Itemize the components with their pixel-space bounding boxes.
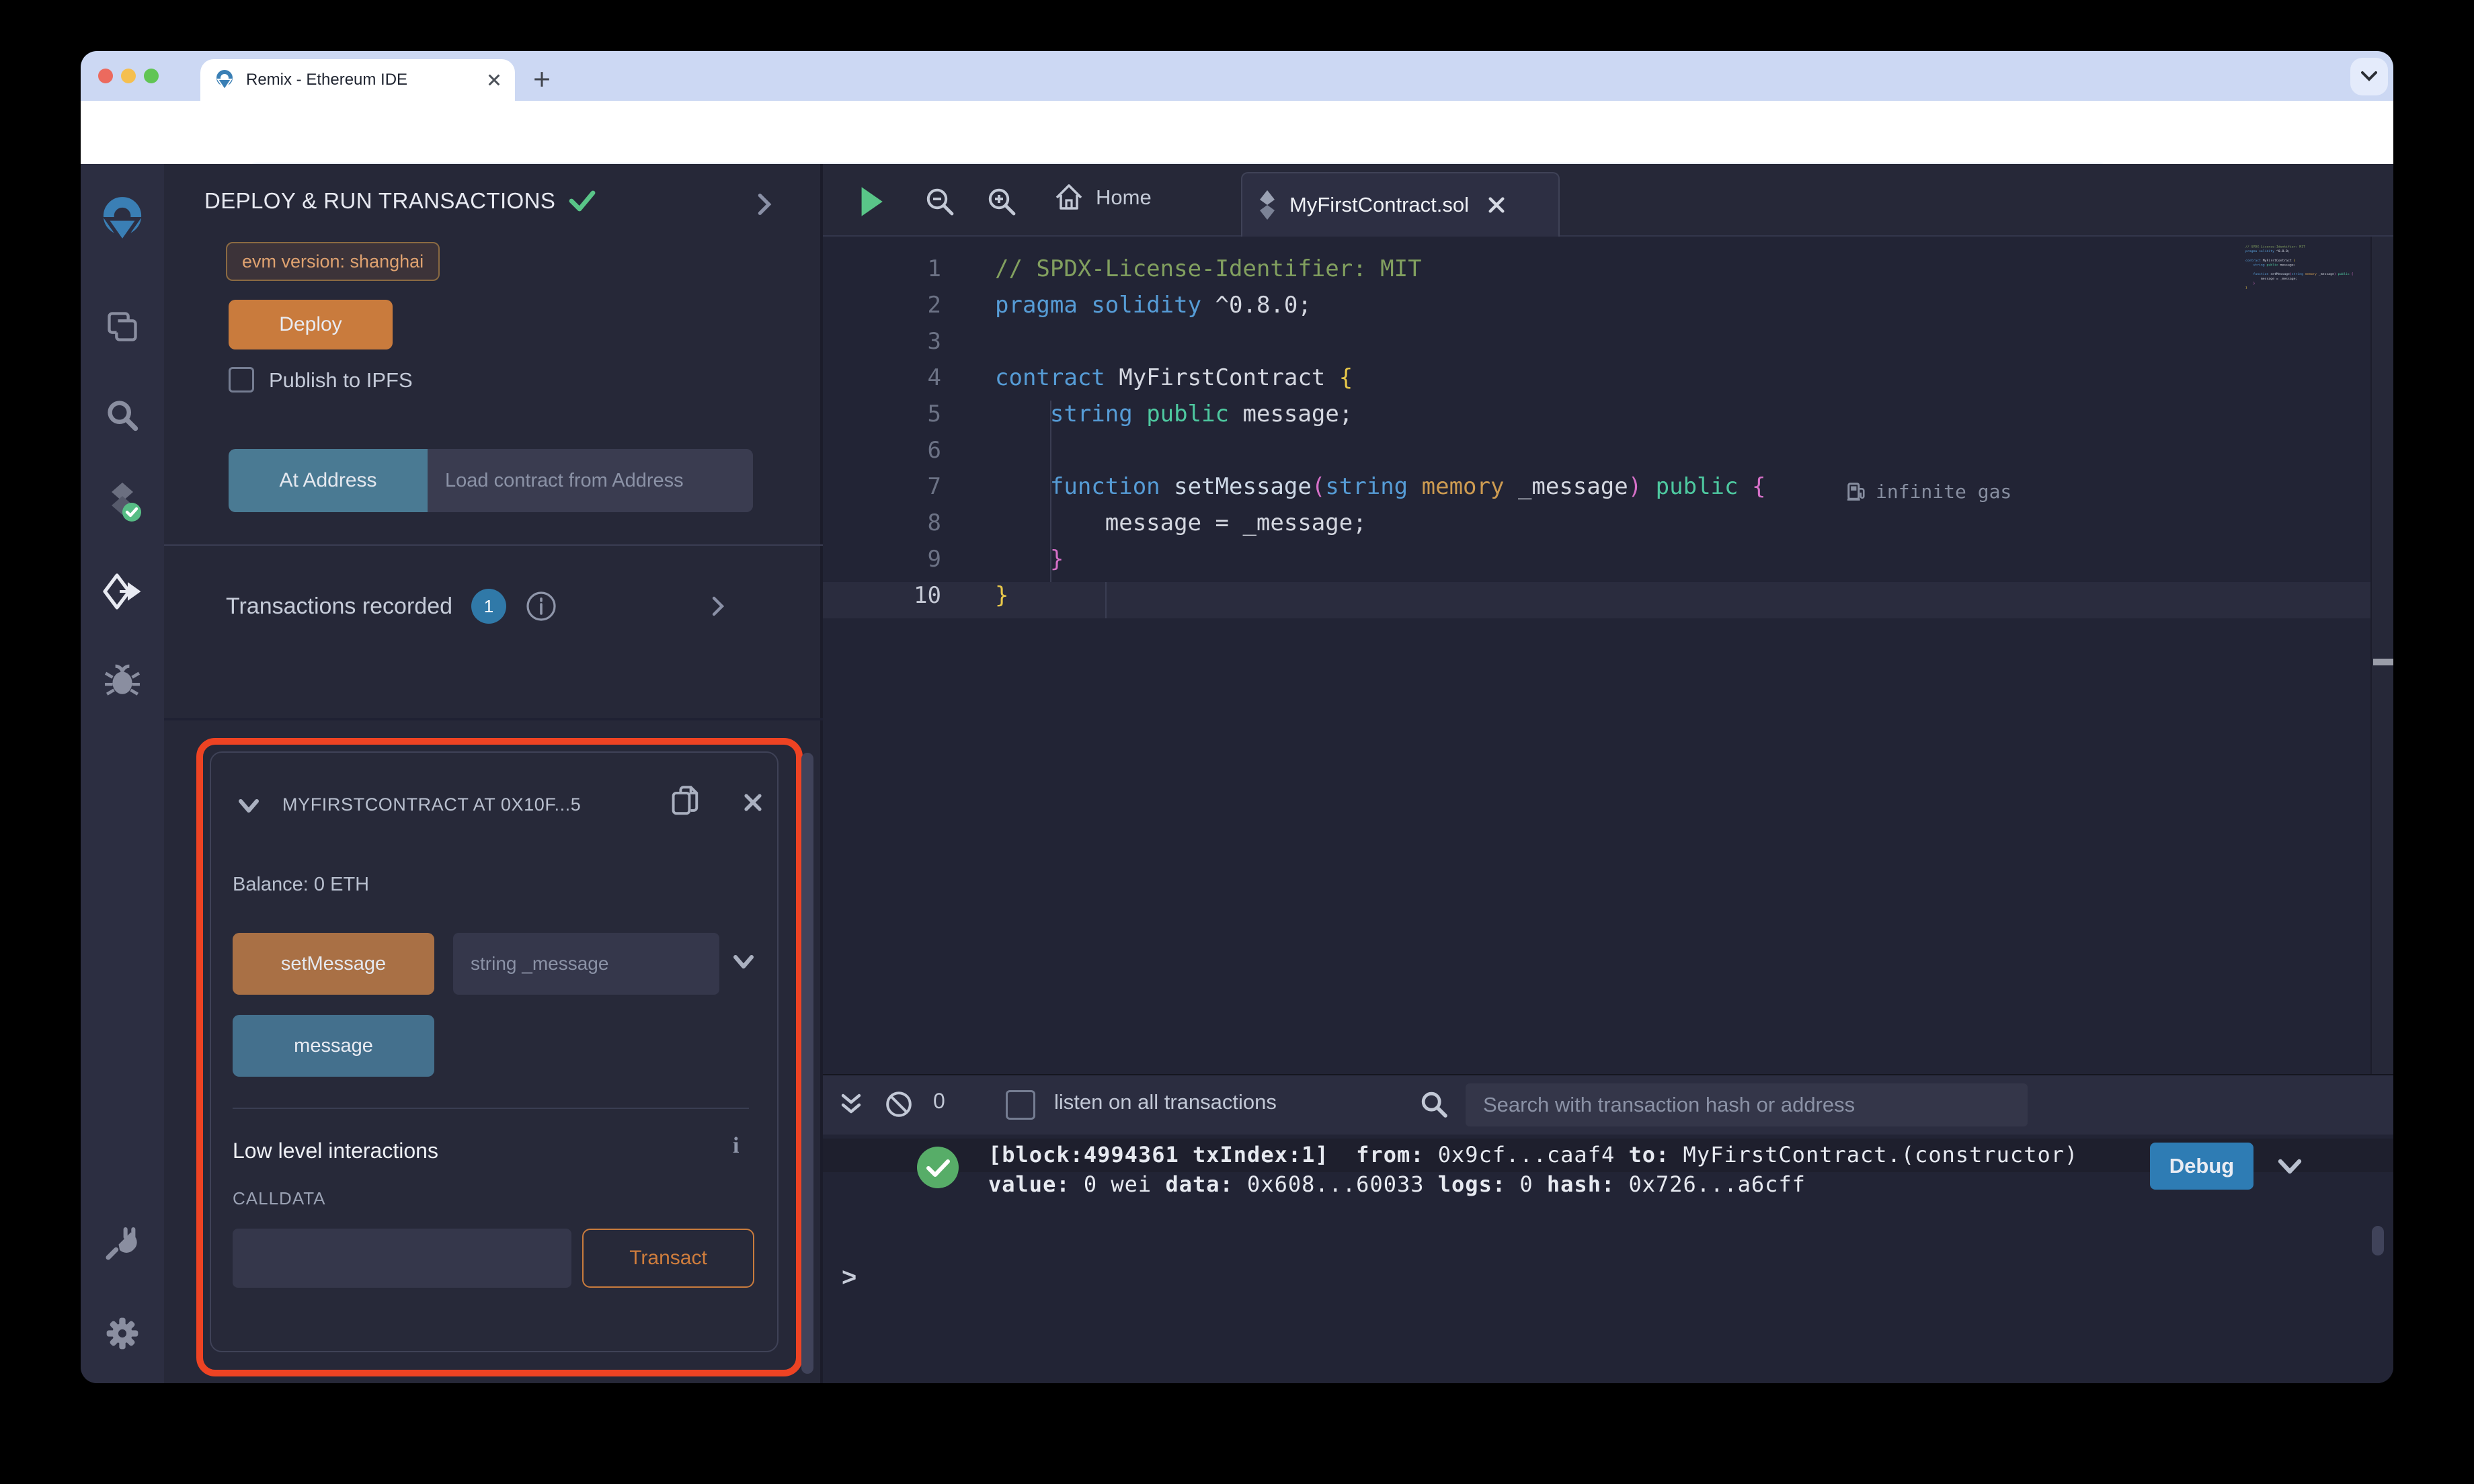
minimize-window-button[interactable] <box>121 69 136 83</box>
collapse-terminal-icon[interactable] <box>840 1093 862 1117</box>
fuel-pump-icon <box>1847 483 1865 501</box>
deploy-button[interactable]: Deploy <box>229 300 393 349</box>
info-icon[interactable] <box>525 590 557 622</box>
gas-estimate-note: infinite gas <box>1846 473 2011 509</box>
file-tab-label: MyFirstContract.sol <box>1289 193 1469 216</box>
evm-version-badge: evm version: shanghai <box>226 242 440 281</box>
set-message-input[interactable] <box>453 933 719 995</box>
transactions-expand-chevron-icon[interactable] <box>711 595 725 617</box>
contract-instance-title[interactable]: MYFIRSTCONTRACT AT 0X10F...5 <box>282 794 621 815</box>
remove-instance-icon[interactable] <box>744 793 762 812</box>
remix-favicon <box>216 70 233 91</box>
browser-toolbar: remix.ethereum.org/#lang=en&optimize=fal… <box>81 101 2393 204</box>
debug-button[interactable]: Debug <box>2150 1143 2253 1190</box>
remix-logo-icon[interactable] <box>81 191 164 250</box>
zoom-window-button[interactable] <box>144 69 159 83</box>
message-getter-button[interactable]: message <box>233 1015 434 1077</box>
home-icon <box>1055 184 1082 210</box>
at-address-input[interactable] <box>428 449 753 512</box>
copy-address-icon[interactable] <box>671 785 701 820</box>
close-window-button[interactable] <box>98 69 113 83</box>
panel-title: DEPLOY & RUN TRANSACTIONS <box>204 188 556 213</box>
remix-app: DEPLOY & RUN TRANSACTIONS evm version: s… <box>81 164 2393 1383</box>
calldata-label: CALLDATA <box>233 1188 326 1208</box>
browser-tabstrip: Remix - Ethereum IDE <box>81 51 2393 101</box>
browser-window: Remix - Ethereum IDE DEPLOY & RUN TRANSA… <box>81 51 2393 1383</box>
pending-tx-count: 0 <box>933 1089 945 1113</box>
terminal-search-icon <box>1421 1091 1447 1118</box>
expand-args-chevron-icon[interactable] <box>733 954 754 969</box>
deploy-panel: DEPLOY & RUN TRANSACTIONS evm version: s… <box>164 164 823 1383</box>
terminal-prompt[interactable]: > <box>842 1264 856 1292</box>
line-numbers: 1 2 3 4 5 6 7 8 9 10 <box>914 255 941 609</box>
tx-success-icon <box>917 1147 959 1188</box>
publish-ipfs-checkbox[interactable] <box>229 367 254 393</box>
close-file-tab-icon[interactable] <box>1488 196 1505 214</box>
gas-estimate-label: infinite gas <box>1876 480 2012 503</box>
plus-icon <box>534 72 549 87</box>
tab-home[interactable]: Home <box>1054 183 1152 212</box>
new-tab-button[interactable] <box>524 62 559 97</box>
terminal-search-input[interactable] <box>1466 1083 2028 1126</box>
compiled-check-icon <box>569 190 596 212</box>
low-level-info-icon[interactable]: i <box>733 1133 739 1159</box>
home-tab-label: Home <box>1096 186 1152 209</box>
close-tab-icon[interactable] <box>487 73 502 87</box>
editor-scroll-strip <box>2372 237 2393 1074</box>
publish-ipfs-label: Publish to IPFS <box>269 368 413 392</box>
editor-toolbar: Home MyFirstContract.sol <box>823 164 2393 237</box>
section-divider <box>164 718 823 720</box>
terminal: 0 listen on all transactions [block:4994… <box>823 1074 2393 1383</box>
deployed-contract-card: MYFIRSTCONTRACT AT 0X10F...5 Balance: 0 … <box>210 751 779 1352</box>
settings-gear-icon[interactable] <box>81 1304 164 1363</box>
icon-panel <box>81 164 165 1383</box>
set-message-button[interactable]: setMessage <box>233 933 434 995</box>
browser-tab[interactable]: Remix - Ethereum IDE <box>200 59 515 101</box>
tab-title: Remix - Ethereum IDE <box>246 71 408 89</box>
at-address-button[interactable]: At Address <box>229 449 428 512</box>
terminal-toolbar: 0 listen on all transactions <box>823 1075 2393 1135</box>
zoom-in-icon[interactable] <box>987 187 1016 216</box>
zoom-out-icon[interactable] <box>925 187 955 216</box>
main-area: Home MyFirstContract.sol 12345 6 7 8 9 1… <box>823 164 2393 1383</box>
plugin-manager-icon[interactable] <box>81 1214 164 1273</box>
transaction-log[interactable]: [block:4994361 txIndex:1] from: 0x9cf...… <box>988 1140 2092 1199</box>
terminal-scrollbar[interactable] <box>2372 1226 2384 1255</box>
card-divider <box>233 1108 749 1109</box>
listen-all-tx-label: listen on all transactions <box>1054 1090 1277 1114</box>
search-icon[interactable] <box>81 386 164 445</box>
minimap[interactable]: // SPDX-License-Identifier: MIT pragma so… <box>2245 245 2370 540</box>
solidity-compiler-icon[interactable] <box>81 472 164 531</box>
calldata-input[interactable] <box>233 1229 571 1288</box>
debugger-icon[interactable] <box>81 651 164 710</box>
code-editor[interactable]: 1 2 3 4 5 6 7 8 9 10 // SPDX-License-Identifier: … <box>823 237 2393 1074</box>
solidity-file-icon <box>1260 190 1275 220</box>
clear-console-icon[interactable] <box>885 1090 913 1118</box>
code-content[interactable]: // SPDX-License-Identifier: MIT pragma so… <box>995 255 1765 618</box>
sidepanel-scrollbar[interactable] <box>801 753 813 1374</box>
transactions-recorded-label: Transactions recorded <box>226 593 453 619</box>
at-address-group: At Address <box>229 449 753 512</box>
run-script-play-icon[interactable] <box>858 186 885 218</box>
overview-ruler-marker <box>2373 659 2393 665</box>
listen-all-tx-checkbox[interactable] <box>1006 1090 1035 1120</box>
collapse-chevron-icon[interactable] <box>238 798 260 813</box>
tab-search-button[interactable] <box>2350 58 2388 95</box>
transact-button[interactable]: Transact <box>582 1229 754 1288</box>
panel-expand-chevron-icon[interactable] <box>757 192 772 216</box>
transactions-count-badge: 1 <box>471 589 507 624</box>
chevron-down-icon <box>2361 71 2377 81</box>
deploy-run-icon[interactable] <box>81 562 164 621</box>
low-level-title: Low level interactions <box>233 1139 438 1163</box>
contract-balance: Balance: 0 ETH <box>233 874 370 895</box>
tab-myfirstcontract[interactable]: MyFirstContract.sol <box>1241 172 1560 237</box>
file-explorer-icon[interactable] <box>81 297 164 356</box>
section-divider <box>164 544 823 546</box>
screen: Remix - Ethereum IDE DEPLOY & RUN TRANSA… <box>0 0 2474 1484</box>
expand-log-chevron-icon[interactable] <box>2278 1159 2302 1175</box>
